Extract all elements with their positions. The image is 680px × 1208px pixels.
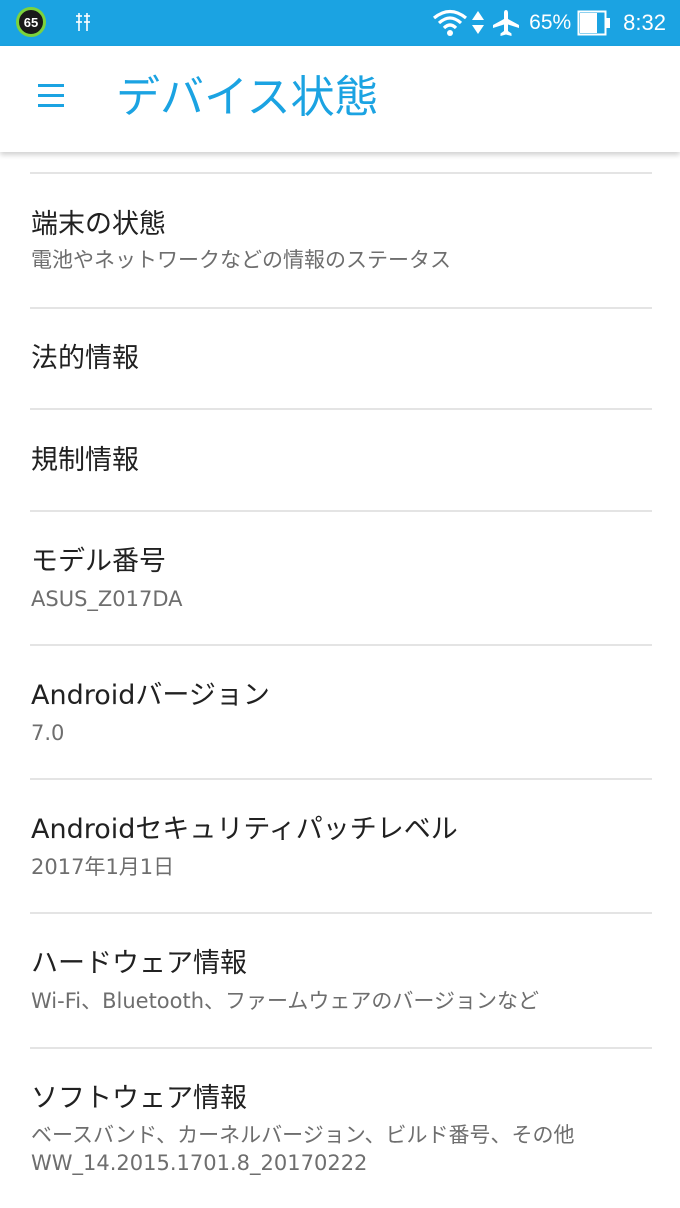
list-item-title: ソフトウェア情報	[31, 1083, 247, 1114]
status-bar-right: 65% 8:32	[431, 0, 666, 46]
data-arrows-icon	[472, 11, 485, 34]
clock: 8:32	[623, 10, 666, 35]
list-item-title: Androidセキュリティパッチレベル	[31, 814, 458, 845]
list-item-subtitle: 2017年1月1日	[31, 855, 175, 879]
list-item-regulatory-info[interactable]: 規制情報	[0, 410, 680, 510]
list-item-title: 法的情報	[31, 343, 139, 374]
list-item-title: 端末の状態	[31, 209, 166, 240]
list-item-subtitle: ASUS_Z017DA	[31, 587, 183, 611]
list-item-security-patch-level[interactable]: Androidセキュリティパッチレベル 2017年1月1日	[0, 780, 680, 913]
list-item-title: 規制情報	[31, 445, 139, 476]
list-item-hardware-info[interactable]: ハードウェア情報 Wi-Fi、Bluetooth、ファームウェアのバージョンなど	[0, 914, 680, 1048]
wifi-icon	[433, 9, 468, 36]
list-item-title: Androidバージョン	[31, 680, 270, 711]
page-title: デバイス状態	[116, 72, 379, 123]
list-item-subtitle: 電池やネットワークなどの情報のステータス	[31, 248, 451, 272]
list-item-title: ハードウェア情報	[31, 948, 247, 979]
status-bar-left: 65	[16, 7, 92, 37]
list-item-subtitle: 7.0	[31, 721, 65, 745]
list-item-subtitle: Wi-Fi、Bluetooth、ファームウェアのバージョンなど	[31, 989, 539, 1013]
list-item-android-version[interactable]: Androidバージョン 7.0	[0, 646, 680, 779]
notification-badge-count: 65	[23, 14, 39, 30]
list-item-subtitle: ベースバンド、カーネルバージョン、ビルド番号、その他	[31, 1123, 575, 1147]
airplane-icon	[493, 10, 520, 36]
status-bar: 65 65% 8:32	[0, 0, 680, 46]
list-item-model-number[interactable]: モデル番号 ASUS_Z017DA	[0, 512, 680, 645]
battery-percent: 65%	[529, 11, 572, 34]
usb-debug-icon	[76, 13, 90, 31]
app-bar: デバイス状態	[0, 46, 680, 152]
notification-badge-icon: 65	[16, 7, 46, 37]
list-item-legal-info[interactable]: 法的情報	[0, 309, 680, 409]
list-item-device-status[interactable]: 端末の状態 電池やネットワークなどの情報のステータス	[0, 174, 680, 308]
battery-icon	[577, 10, 611, 36]
list-item-title: モデル番号	[31, 546, 166, 577]
list-item-subtitle-build: WW_14.2015.1701.8_20170222	[31, 1151, 368, 1175]
hamburger-menu-icon[interactable]	[38, 84, 66, 110]
list-item-software-info[interactable]: ソフトウェア情報 ベースバンド、カーネルバージョン、ビルド番号、その他 WW_1…	[0, 1049, 680, 1199]
